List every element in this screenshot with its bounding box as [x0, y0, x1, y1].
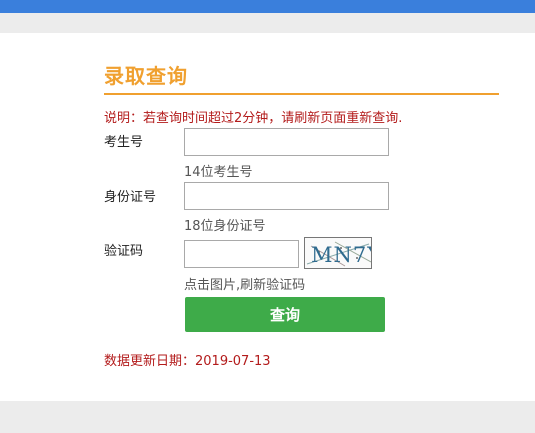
exam-id-hint: 14位考生号 — [184, 165, 253, 180]
notice-text: 说明：若查询时间超过2分钟，请刷新页面重新查询. — [104, 111, 403, 126]
query-button[interactable]: 查询 — [185, 297, 385, 332]
exam-id-input[interactable] — [184, 128, 389, 156]
id-card-input[interactable] — [184, 182, 389, 210]
id-card-hint: 18位身份证号 — [184, 219, 266, 234]
captcha-text: MN7Y — [311, 243, 371, 267]
exam-id-label: 考生号 — [104, 135, 144, 150]
captcha-hint: 点击图片,刷新验证码 — [184, 278, 306, 293]
update-date: 数据更新日期：2019-07-13 — [104, 354, 271, 369]
title-underline — [104, 93, 499, 95]
captcha-label: 验证码 — [104, 244, 144, 259]
page-title: 录取查询 — [104, 64, 188, 88]
top-gray-band — [0, 13, 535, 33]
top-bar — [0, 0, 535, 13]
captcha-input[interactable] — [184, 240, 299, 268]
bottom-gray-band — [0, 401, 535, 433]
id-card-label: 身份证号 — [104, 190, 157, 205]
captcha-image[interactable]: MN7Y — [304, 237, 372, 269]
